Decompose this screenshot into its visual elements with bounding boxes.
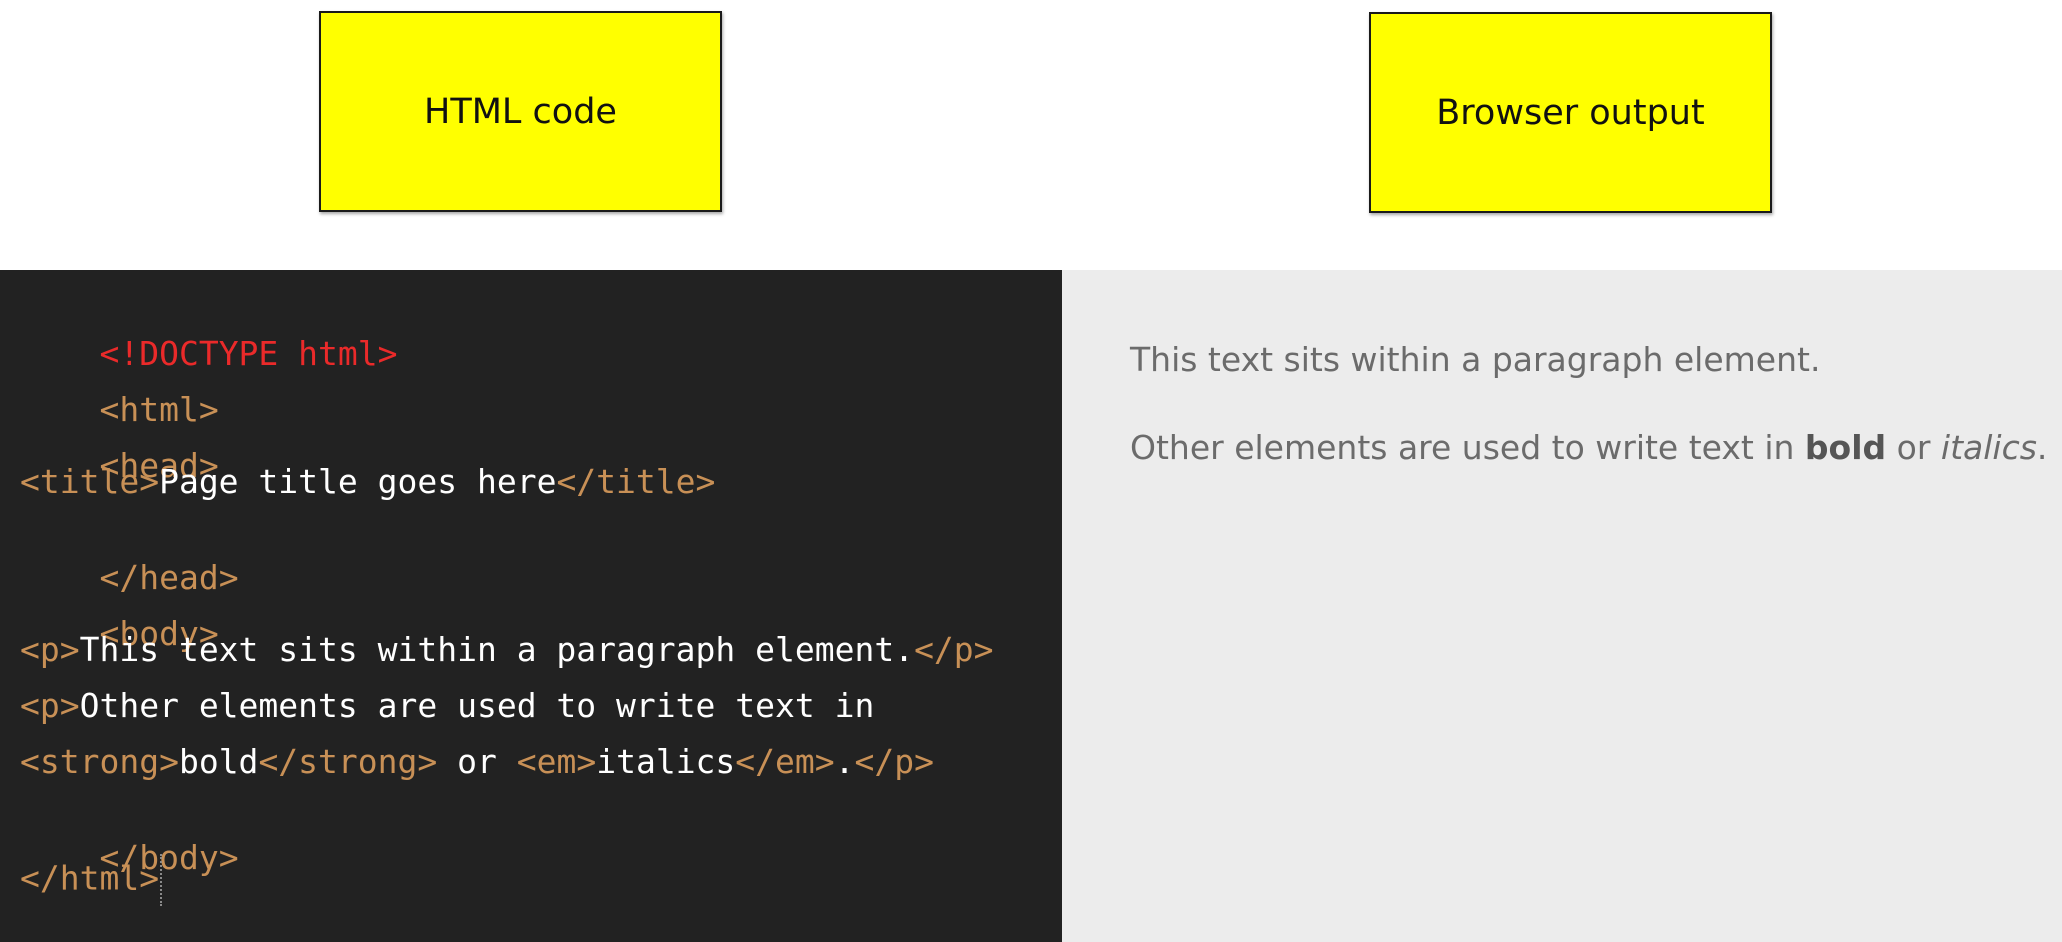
output-period: . [2036,428,2048,467]
p-close-tag: </p> [854,742,934,781]
output-or-text: or [1886,428,1941,467]
p-open-tag: <p> [20,630,80,669]
title-open-tag: <title> [20,462,160,501]
strong-code-text: bold [178,742,259,781]
strong-close-tag: </strong> [258,742,438,781]
output-paragraph-2: Other elements are used to write text in… [1130,428,2047,467]
output-paragraph-1: This text sits within a paragraph elemen… [1130,340,1821,379]
code-line-p2-start: <p>Other elements are used to write text… [20,686,874,726]
p-close-tag: </p> [914,630,994,669]
html-close-tag: </html> [20,858,160,898]
p2-code-text: Other elements are used to write text in [79,686,875,725]
title-close-tag: </title> [556,462,716,501]
p-open-tag: <p> [20,686,80,725]
title-text: Page title goes here [159,462,557,501]
html-code-label: HTML code [319,11,722,212]
em-code-text: italics [596,742,736,781]
em-close-tag: </em> [735,742,835,781]
code-line-html-close: </html> [20,854,163,906]
code-line-p1: <p>This text sits within a paragraph ele… [20,630,994,670]
output-p2-prefix: Other elements are used to write text in [1130,428,1805,467]
output-bold-text: bold [1804,428,1887,467]
output-italic-text: italics [1940,428,2037,467]
browser-output-panel: This text sits within a paragraph elemen… [1062,270,2062,942]
or-code-text: or [437,742,517,781]
p1-code-text: This text sits within a paragraph elemen… [79,630,915,669]
code-editor-panel[interactable]: <!DOCTYPE html> <html> <head> <title>Pag… [0,270,1062,942]
html-code-label-text: HTML code [424,91,617,132]
code-line-p2-end: <strong>bold</strong> or <em>italics</em… [20,742,934,782]
em-open-tag: <em> [516,742,597,781]
browser-output-label: Browser output [1369,12,1772,213]
strong-open-tag: <strong> [20,742,179,781]
browser-output-label-text: Browser output [1436,92,1705,133]
period-code-text: . [834,742,855,781]
code-line-title: <title>Page title goes here</title> [20,462,715,502]
text-cursor [160,854,163,906]
